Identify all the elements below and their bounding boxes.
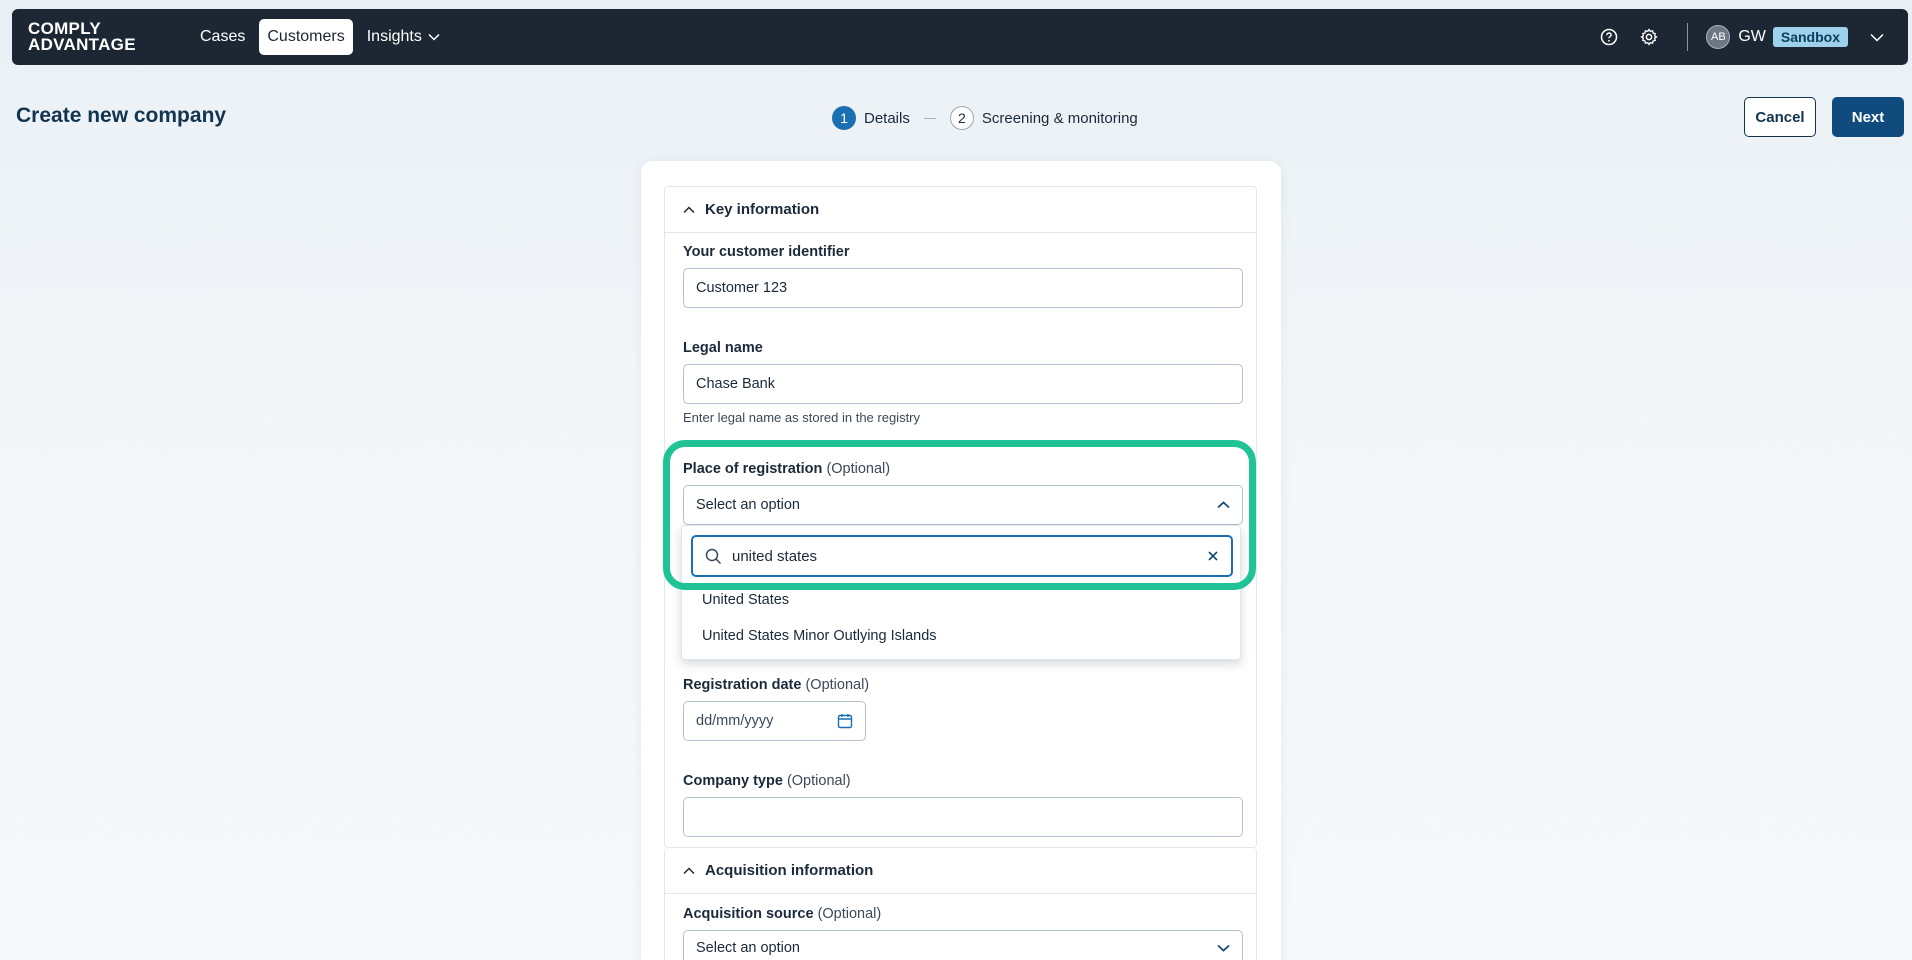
option-united-states[interactable]: United States — [702, 592, 789, 608]
search-icon — [705, 548, 722, 565]
account-chevron-down-icon[interactable] — [1870, 33, 1884, 42]
place-of-registration-placeholder: Select an option — [696, 497, 800, 513]
legal-name-label: Legal name — [683, 340, 763, 356]
nav-insights[interactable]: Insights — [359, 19, 448, 55]
clear-search-close-icon[interactable] — [1207, 550, 1219, 562]
key-information-title: Key information — [705, 201, 820, 218]
nav-divider — [1687, 23, 1689, 51]
cancel-button[interactable]: Cancel — [1744, 97, 1816, 137]
avatar[interactable]: AB — [1706, 25, 1731, 49]
acquisition-information-title: Acquisition information — [705, 862, 874, 879]
optional-tag: (Optional) — [805, 677, 870, 693]
company-type-input[interactable] — [683, 797, 1243, 837]
nav-insights-label: Insights — [366, 28, 422, 45]
nav-cases[interactable]: Cases — [192, 19, 253, 55]
registration-date-label-text: Registration date — [683, 677, 802, 693]
sandbox-badge: Sandbox — [1772, 27, 1848, 47]
registration-date-label: Registration date (Optional) — [683, 677, 869, 693]
calendar-icon[interactable] — [837, 713, 853, 729]
step-1-label: Details — [864, 109, 910, 127]
chevron-up-icon — [683, 205, 695, 214]
key-information-header[interactable]: Key information — [665, 187, 1256, 233]
optional-tag: (Optional) — [826, 461, 891, 477]
help-icon[interactable] — [1589, 17, 1629, 57]
stepper: 1 Details 2 Screening & monitoring — [832, 106, 1138, 130]
optional-tag: (Optional) — [786, 773, 851, 789]
nav-customers[interactable]: Customers — [259, 19, 353, 55]
chevron-up-icon — [683, 866, 695, 875]
acquisition-source-label-text: Acquisition source — [683, 906, 814, 922]
registration-date-placeholder: dd/mm/yyyy — [696, 713, 774, 729]
dropdown-search-input[interactable] — [732, 547, 1207, 565]
page-title: Create new company — [16, 104, 227, 127]
main-nav: Cases Customers Insights — [192, 19, 448, 55]
place-of-registration-label-text: Place of registration — [683, 461, 823, 477]
step-2-label: Screening & monitoring — [981, 109, 1138, 127]
place-of-registration-select[interactable]: Select an option — [683, 485, 1243, 525]
dropdown-search-box[interactable] — [691, 535, 1233, 577]
acquisition-source-label: Acquisition source (Optional) — [683, 906, 881, 922]
nav-right: AB GW Sandbox — [1589, 17, 1892, 57]
company-type-label: Company type (Optional) — [683, 773, 851, 789]
user-initials: GW — [1738, 28, 1766, 45]
acquisition-source-select[interactable]: Select an option — [683, 930, 1243, 960]
optional-tag: (Optional) — [817, 906, 882, 922]
gear-icon[interactable] — [1629, 17, 1669, 57]
legal-name-input[interactable]: Chase Bank — [683, 364, 1243, 404]
customer-identifier-input[interactable]: Customer 123 — [683, 268, 1243, 308]
logo-line-2: ADVANTAGE — [28, 35, 136, 54]
chevron-down-icon — [1217, 944, 1230, 952]
step-1-number: 1 — [832, 106, 856, 130]
chevron-up-icon — [1217, 501, 1230, 509]
top-navigation-bar: COMPLY ADVANTAGE Cases Customers Insight… — [12, 9, 1908, 65]
place-of-registration-label: Place of registration (Optional) — [683, 461, 890, 477]
step-2-number: 2 — [949, 106, 974, 130]
step-separator — [923, 117, 936, 119]
acquisition-source-placeholder: Select an option — [696, 940, 800, 956]
registration-date-input[interactable]: dd/mm/yyyy — [683, 701, 866, 741]
company-type-label-text: Company type — [683, 773, 783, 789]
option-united-states-minor-outlying-islands[interactable]: United States Minor Outlying Islands — [702, 628, 937, 644]
acquisition-information-header[interactable]: Acquisition information — [665, 848, 1256, 894]
chevron-down-icon — [428, 28, 440, 46]
legal-name-hint: Enter legal name as stored in the regist… — [683, 410, 921, 425]
customer-identifier-label: Your customer identifier — [683, 244, 850, 260]
next-button[interactable]: Next — [1832, 97, 1904, 137]
comply-advantage-logo[interactable]: COMPLY ADVANTAGE — [28, 20, 168, 54]
